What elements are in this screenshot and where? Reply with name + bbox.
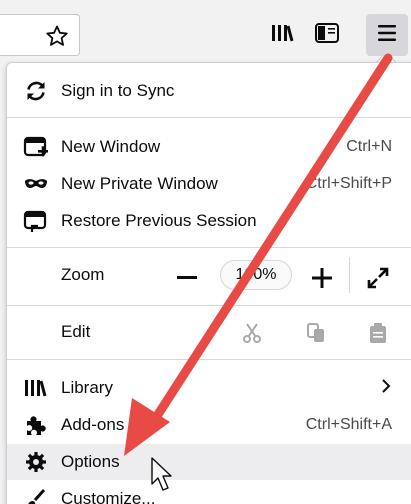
divider [7, 305, 411, 306]
menu-item-label: Add-ons [61, 415, 125, 434]
menu-item-edit: Edit [7, 314, 411, 350]
menu-item-options[interactable]: Options [7, 444, 411, 480]
divider [7, 117, 411, 118]
menu-item-shortcut: Ctrl+N [346, 138, 392, 155]
puzzle-icon [23, 413, 49, 437]
zoom-in-button[interactable] [307, 266, 337, 290]
cut-icon[interactable] [239, 320, 265, 346]
menu-item-label: New Private Window [61, 174, 218, 193]
private-window-icon [23, 172, 49, 196]
hamburger-menu-button[interactable] [366, 14, 408, 56]
menu-item-label: Restore Previous Session [61, 211, 257, 230]
paste-icon[interactable] [365, 320, 391, 346]
gear-icon [23, 450, 49, 474]
divider [7, 247, 411, 248]
menu-item-label: Customize... [61, 489, 156, 504]
fullscreen-button[interactable] [363, 265, 393, 291]
app-menu-panel: Sign in to Sync New Window Ctrl+N New Pr… [6, 62, 411, 504]
divider [7, 359, 411, 360]
chevron-right-icon [380, 378, 392, 399]
star-icon[interactable] [45, 24, 69, 48]
menu-item-label: Library [61, 378, 113, 397]
menu-item-new-private-window[interactable]: New Private Window Ctrl+Shift+P [7, 166, 411, 202]
library-button[interactable] [262, 14, 304, 56]
divider [349, 257, 350, 293]
new-window-icon [23, 135, 49, 159]
menu-item-new-window[interactable]: New Window Ctrl+N [7, 129, 411, 165]
brush-icon [23, 487, 49, 504]
menu-item-shortcut: Ctrl+Shift+P [305, 175, 392, 192]
library-icon [270, 22, 296, 49]
sync-icon [23, 79, 49, 103]
url-bar[interactable] [0, 14, 80, 56]
hamburger-menu-icon [376, 23, 398, 48]
menu-item-addons[interactable]: Add-ons Ctrl+Shift+A [7, 407, 411, 443]
sidebar-button[interactable] [306, 14, 348, 56]
menu-item-sync[interactable]: Sign in to Sync [7, 73, 411, 109]
copy-icon[interactable] [303, 320, 329, 346]
menu-item-label: Zoom [61, 265, 105, 284]
library-icon [23, 376, 49, 400]
browser-toolbar [0, 0, 411, 70]
menu-item-shortcut: Ctrl+Shift+A [305, 416, 392, 433]
sidebar-icon [314, 22, 340, 49]
zoom-out-button[interactable] [172, 266, 202, 290]
menu-item-label: New Window [61, 137, 161, 156]
zoom-level: 100% [235, 266, 277, 283]
menu-item-label: Options [61, 452, 120, 471]
menu-item-restore-session[interactable]: Restore Previous Session [7, 203, 411, 239]
menu-item-customize[interactable]: Customize... [7, 481, 411, 504]
menu-item-library[interactable]: Library [7, 370, 411, 406]
menu-item-zoom: Zoom [7, 257, 411, 293]
zoom-reset-button[interactable]: 100% [220, 260, 292, 290]
menu-item-label: Edit [61, 322, 91, 341]
menu-item-label: Sign in to Sync [61, 81, 175, 100]
restore-session-icon [23, 209, 49, 233]
